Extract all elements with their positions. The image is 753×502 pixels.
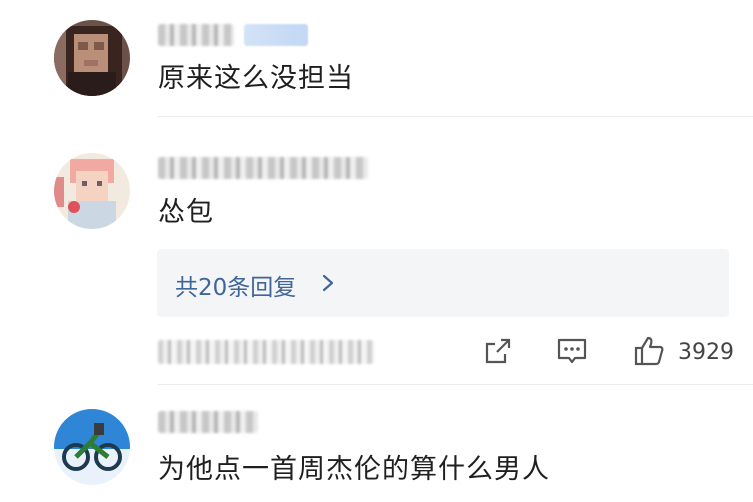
comment-content: 怂包 bbox=[158, 197, 214, 228]
avatar[interactable] bbox=[54, 153, 130, 229]
comment-item: 原来这么没担当 bbox=[0, 0, 753, 116]
avatar-image-icon bbox=[54, 153, 130, 229]
comment-content: 为他点一首周杰伦的算什么男人 bbox=[158, 454, 550, 485]
avatar[interactable] bbox=[54, 20, 130, 96]
avatar-image-icon bbox=[54, 20, 130, 96]
comment-icon[interactable] bbox=[555, 334, 589, 368]
view-replies-button[interactable]: 共20条回复 bbox=[157, 249, 729, 317]
avatar[interactable] bbox=[54, 409, 130, 485]
comment-content: 原来这么没担当 bbox=[158, 63, 354, 94]
thumbs-up-icon[interactable] bbox=[632, 334, 666, 368]
chevron-right-icon bbox=[322, 274, 334, 292]
avatar-image-icon bbox=[54, 409, 130, 485]
username-blurred[interactable] bbox=[158, 411, 258, 433]
username-blurred[interactable] bbox=[158, 157, 368, 179]
username-blurred[interactable] bbox=[158, 24, 234, 46]
user-badge-blurred bbox=[244, 24, 308, 46]
reply-count-label: 共20条回复 bbox=[175, 275, 297, 301]
share-icon[interactable] bbox=[481, 334, 515, 368]
comment-item: 怂包 共20条回复 3929 bbox=[0, 117, 753, 384]
like-count: 3929 bbox=[678, 340, 734, 365]
comment-item: 为他点一首周杰伦的算什么男人 bbox=[0, 385, 753, 502]
timestamp-location-blurred bbox=[158, 340, 374, 364]
